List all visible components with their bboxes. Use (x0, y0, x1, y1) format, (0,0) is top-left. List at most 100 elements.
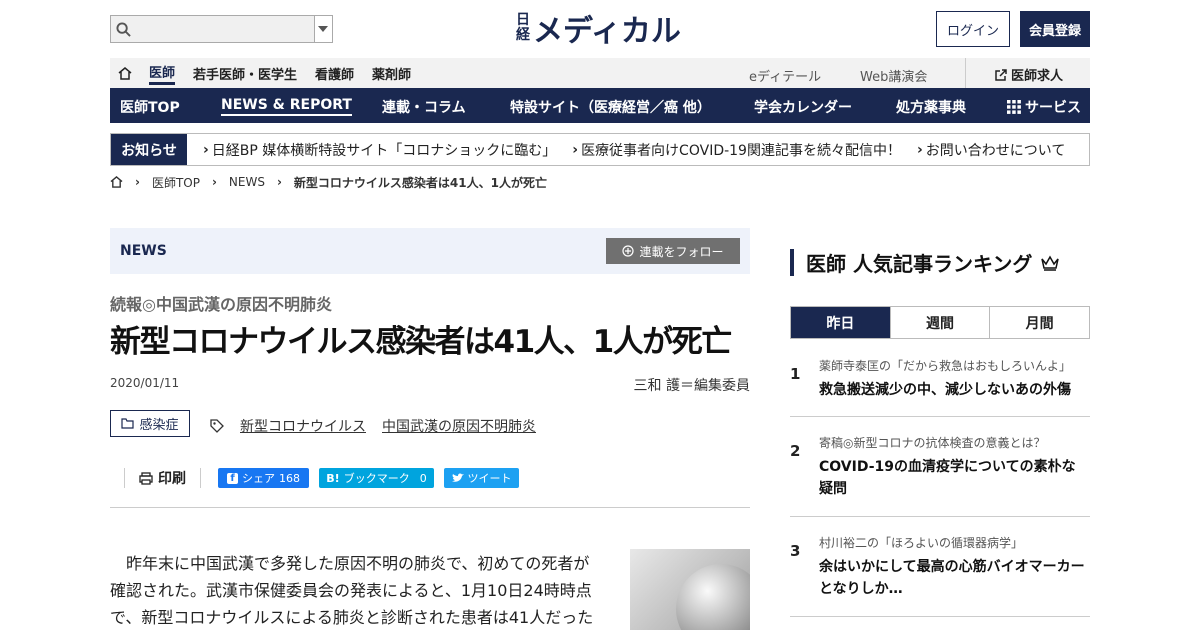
tag-link[interactable]: 中国武漢の原因不明肺炎 (382, 416, 536, 436)
job-label: 医師求人 (1011, 69, 1064, 84)
subnav-item-nurse[interactable]: 看護師 (306, 58, 363, 88)
tab-monthly[interactable]: 月間 (990, 307, 1089, 338)
chevron-right-icon: › (572, 141, 579, 158)
nav-doctor-top[interactable]: 医師TOP (120, 97, 180, 117)
rank-number: 3 (790, 542, 801, 560)
hatena-bookmark-button[interactable]: B! ブックマーク 0 (319, 468, 434, 488)
external-link-icon (995, 68, 1007, 81)
facebook-share-button[interactable]: f シェア 168 (218, 468, 309, 488)
breadcrumb-item[interactable]: 医師TOP (152, 174, 200, 191)
print-button[interactable]: 印刷 (124, 468, 201, 488)
job-link[interactable]: 医師求人 (995, 65, 1063, 84)
notice-text: 医療従事者向けCOVID-19関連記事を続々配信中！ (581, 142, 901, 159)
article-title: 新型コロナウイルス感染者は41人、1人が死亡 (110, 324, 732, 360)
divider (965, 58, 966, 88)
logo-mark: 日 経 (516, 13, 530, 43)
nav-special[interactable]: 特設サイト（医療経営／癌 他） (510, 97, 711, 117)
tag-list: 新型コロナウイルス 中国武漢の原因不明肺炎 (210, 416, 536, 436)
print-label: 印刷 (158, 471, 186, 487)
subnav-item-young-doctor[interactable]: 若手医師・医学生 (184, 58, 306, 88)
globe-image (676, 564, 750, 630)
logo-top: 日 (516, 12, 530, 28)
breadcrumb: › 医師TOP › NEWS › 新型コロナウイルス感染者は41人、1人が死亡 (110, 174, 1090, 190)
nav-service[interactable]: サービス (1007, 97, 1081, 117)
notice-bar: お知らせ › 日経BP 媒体横断特設サイト「コロナショックに臨む」 › 医療従事者向… (110, 133, 1090, 166)
chevron-right-icon: › (276, 175, 282, 189)
notice-item[interactable]: › お問い合わせについて (917, 140, 1065, 160)
subnav-item-pharmacist[interactable]: 薬剤師 (363, 58, 420, 88)
share-count: 168 (279, 471, 300, 485)
rank-series: 寄稿◎新型コロナの抗体検査の意義とは？ (819, 436, 1046, 450)
rank-series: 村川裕二の「ほろよいの循環器病学」 (819, 536, 1024, 550)
article-date: 2020/01/11 (110, 376, 180, 390)
facebook-icon: f (227, 472, 238, 484)
logo-text: メディカル (533, 14, 681, 49)
notice-text: お問い合わせについて (925, 142, 1066, 159)
nav-drug-dictionary[interactable]: 処方薬事典 (896, 97, 966, 117)
chevron-down-icon[interactable] (313, 16, 332, 42)
twitter-icon (451, 473, 464, 482)
tab-yesterday[interactable]: 昨日 (791, 307, 891, 338)
nav-label: NEWS & REPORT (221, 97, 352, 116)
tag-icon (210, 419, 224, 433)
section-header: NEWS 連載をフォロー (110, 228, 750, 274)
tag-link[interactable]: 新型コロナウイルス (240, 416, 366, 436)
breadcrumb-current: 新型コロナウイルス感染者は41人、1人が死亡 (293, 175, 547, 190)
nav-calendar[interactable]: 学会カレンダー (754, 97, 852, 117)
follow-button[interactable]: 連載をフォロー (606, 238, 740, 264)
article-body: 昨年末に中国武漢で多発した原因不明の肺炎で、初めての死者が確認された。武漢市保健… (110, 554, 594, 627)
grid-icon (1007, 100, 1021, 114)
search-input[interactable] (136, 16, 314, 42)
notice-text: 日経BP 媒体横断特設サイト「コロナショックに臨む」 (211, 142, 557, 159)
share-bar: 印刷 f シェア 168 B! ブックマーク 0 ツイート (110, 466, 750, 508)
ranking-tabs: 昨日 週間 月間 (790, 306, 1090, 339)
ranking-header: 医師 人気記事ランキング (790, 249, 1060, 276)
article-kicker: 続報◎中国武漢の原因不明肺炎 (110, 295, 332, 314)
ranking-title: 医師 人気記事ランキング (806, 252, 1033, 276)
breadcrumb-item[interactable]: NEWS (229, 175, 265, 189)
rank-headline: COVID-19の血清疫学についての素朴な疑問 (819, 459, 1076, 497)
subnav-item-edetail[interactable]: eディテール (749, 66, 821, 85)
subnav-item-doctor[interactable]: 医師 (140, 58, 184, 88)
share-label: シェア (242, 472, 275, 485)
search-icon[interactable] (111, 16, 137, 42)
rank-number: 2 (790, 442, 801, 460)
nav-news-report[interactable]: NEWS & REPORT (221, 97, 352, 116)
share-count: 0 (419, 471, 427, 485)
rank-headline: 余はいかにして最高の心筋バイオマーカーとなりしか… (819, 559, 1085, 597)
register-button[interactable]: 会員登録 (1020, 11, 1090, 47)
section-title: NEWS (120, 243, 167, 259)
home-icon[interactable] (110, 66, 140, 80)
login-button[interactable]: ログイン (936, 11, 1010, 47)
chevron-right-icon: › (135, 175, 140, 189)
follow-label: 連載をフォロー (639, 244, 724, 259)
plus-circle-icon (622, 245, 635, 257)
share-label: ブックマーク (343, 472, 410, 485)
notice-item[interactable]: › 日経BP 媒体横断特設サイト「コロナショックに臨む」 (203, 140, 556, 160)
hatena-icon: B! (326, 471, 340, 485)
search-box[interactable] (110, 15, 333, 43)
crown-icon (1041, 254, 1060, 271)
sub-navigation: 医師 若手医師・医学生 看護師 薬剤師 eディテール Web講演会 医師求人 (110, 58, 1090, 88)
chevron-right-icon: › (203, 141, 209, 158)
category-badge[interactable]: 感染症 (110, 410, 190, 437)
ranking-item[interactable]: 2 寄稿◎新型コロナの抗体検査の意義とは？ COVID-19の血清疫学についての… (790, 434, 1090, 517)
rank-headline: 救急搬送減少の中、減少しないあの外傷 (819, 382, 1071, 398)
home-icon[interactable] (110, 176, 123, 188)
twitter-share-button[interactable]: ツイート (444, 468, 519, 488)
ranking-item[interactable]: 3 村川裕二の「ほろよいの循環器病学」 余はいかにして最高の心筋バイオマーカーと… (790, 534, 1090, 617)
notice-item[interactable]: › 医療従事者向けCOVID-19関連記事を続々配信中！ (572, 140, 901, 160)
share-label: ツイート (467, 472, 512, 485)
tab-weekly[interactable]: 週間 (891, 307, 991, 338)
nav-column[interactable]: 連載・コラム (382, 97, 466, 117)
ranking-item[interactable]: 1 薬師寺泰匡の「だから救急はおもしろいんよ」 救急搬送減少の中、減少しないあの… (790, 357, 1090, 417)
service-label: サービス (1025, 100, 1081, 116)
printer-icon (139, 471, 153, 485)
site-logo[interactable]: 日 経 メディカル (516, 10, 681, 50)
main-navigation: 医師TOP NEWS & REPORT 連載・コラム 特設サイト（医療経営／癌 … (110, 88, 1090, 123)
subnav-item-webinar[interactable]: Web講演会 (860, 66, 927, 85)
logo-bottom: 経 (516, 27, 530, 43)
rank-series: 薬師寺泰匡の「だから救急はおもしろいんよ」 (819, 359, 1072, 373)
category-label: 感染症 (139, 418, 179, 433)
chevron-right-icon: › (916, 141, 923, 158)
